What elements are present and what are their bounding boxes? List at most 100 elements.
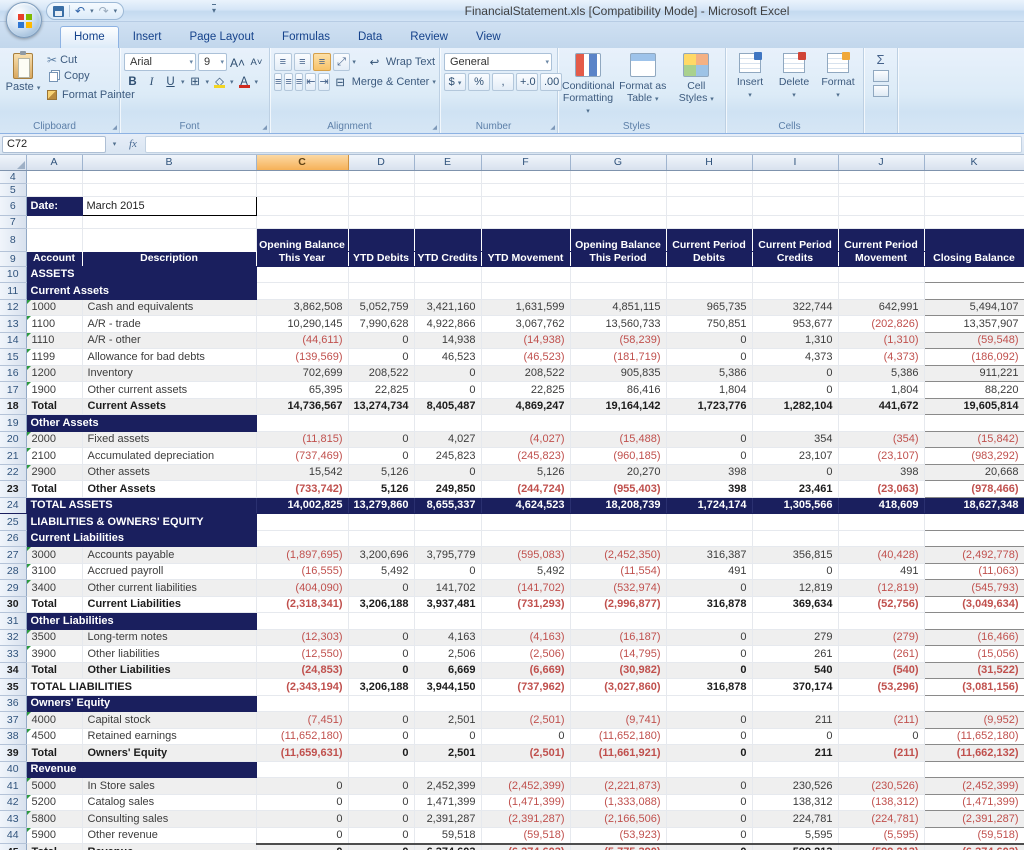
paste-button[interactable]: Paste ▾ [4,53,42,93]
row-header-27[interactable]: 27 [0,547,26,564]
account-cell[interactable]: 1100 [26,316,82,333]
account-cell[interactable]: 3100 [26,563,82,580]
account-cell[interactable]: 5800 [26,811,82,828]
alignment-dialog-launcher-icon[interactable]: ◢ [432,124,437,131]
row-header-16[interactable]: 16 [0,365,26,382]
name-box-dropdown-icon[interactable]: ▾ [108,136,121,153]
row-header-13[interactable]: 13 [0,316,26,333]
description-cell[interactable]: Accounts payable [82,547,256,564]
row-header-42[interactable]: 42 [0,794,26,811]
row-header-10[interactable]: 10 [0,266,26,283]
row-header-20[interactable]: 20 [0,431,26,448]
save-icon[interactable] [53,6,64,17]
section-band[interactable]: Current Liabilities [26,530,256,547]
description-cell[interactable]: Other current liabilities [82,580,256,597]
description-cell[interactable]: Cash and equivalents [82,299,256,316]
row-header-25[interactable]: 25 [0,514,26,531]
account-cell[interactable]: Total [26,481,82,498]
row-header-44[interactable]: 44 [0,827,26,844]
row-header-40[interactable]: 40 [0,761,26,778]
account-cell[interactable]: 1900 [26,382,82,399]
clear-button[interactable] [873,85,889,97]
account-cell[interactable]: Total [26,745,82,762]
tab-data[interactable]: Data [344,26,396,48]
align-right-button[interactable]: ≡ [295,73,303,91]
row-header-17[interactable]: 17 [0,382,26,399]
grand-total-label[interactable]: TOTAL ASSETS [26,497,256,514]
account-cell[interactable]: 4000 [26,712,82,729]
description-cell[interactable]: A/R - trade [82,316,256,333]
clipboard-dialog-launcher-icon[interactable]: ◢ [112,124,117,131]
tab-home[interactable]: Home [60,26,119,48]
undo-icon[interactable]: ↶ [75,6,85,16]
account-cell[interactable]: 5000 [26,778,82,795]
middle-align-button[interactable]: ≡ [294,53,312,71]
account-cell[interactable]: 5200 [26,794,82,811]
bottom-align-button[interactable]: ≡ [313,53,331,71]
account-cell[interactable]: 4500 [26,728,82,745]
row-header-23[interactable]: 23 [0,481,26,498]
shrink-font-button[interactable]: A˅ [248,54,265,71]
row-header-14[interactable]: 14 [0,332,26,349]
office-button[interactable] [6,2,42,38]
description-cell[interactable]: Long-term notes [82,629,256,646]
row-header-19[interactable]: 19 [0,415,26,432]
wrap-text-button[interactable]: ↩Wrap Text [366,54,435,71]
row-header-22[interactable]: 22 [0,464,26,481]
tab-view[interactable]: View [462,26,515,48]
font-size-combo[interactable]: 9▾ [198,53,227,71]
description-cell[interactable]: Other assets [82,464,256,481]
description-cell[interactable]: Fixed assets [82,431,256,448]
row-header-28[interactable]: 28 [0,563,26,580]
description-cell[interactable]: Other revenue [82,827,256,844]
customize-qat-icon[interactable]: ▾ [212,4,216,16]
account-cell[interactable]: Total [26,662,82,679]
row-header-4[interactable]: 4 [0,170,26,183]
underline-button[interactable]: U [162,73,179,90]
account-cell[interactable]: 1199 [26,349,82,366]
orientation-button[interactable]: ⤢ [333,53,351,71]
delete-cells-button[interactable]: Delete▾ [774,53,814,118]
account-cell[interactable]: 3500 [26,629,82,646]
cell-styles-button[interactable]: Cell Styles ▾ [672,53,722,118]
account-cell[interactable]: Total [26,596,82,613]
tab-page-layout[interactable]: Page Layout [175,26,268,48]
tab-formulas[interactable]: Formulas [268,26,344,48]
description-cell[interactable]: Current Assets [82,398,256,415]
row-header-12[interactable]: 12 [0,299,26,316]
row-header-5[interactable]: 5 [0,183,26,196]
insert-cells-button[interactable]: Insert▾ [730,53,770,118]
top-align-button[interactable]: ≡ [274,53,292,71]
big-total-label[interactable]: TOTAL LIABILITIES [26,679,256,696]
row-header-31[interactable]: 31 [0,613,26,630]
account-cell[interactable]: 3400 [26,580,82,597]
row-header-35[interactable]: 35 [0,679,26,696]
description-cell[interactable]: Accrued payroll [82,563,256,580]
row-header-7[interactable]: 7 [0,215,26,228]
date-value-cell[interactable]: March 2015 [82,196,256,215]
borders-button[interactable]: ⊞ [187,73,204,90]
row-header-24[interactable]: 24 [0,497,26,514]
description-cell[interactable]: Retained earnings [82,728,256,745]
row-header-18[interactable]: 18 [0,398,26,415]
column-header-D[interactable]: D [348,155,414,170]
undo-dropdown-icon[interactable]: ▾ [90,7,94,15]
format-cells-button[interactable]: Format▾ [818,53,858,118]
number-format-combo[interactable]: General▾ [444,53,552,71]
column-header-E[interactable]: E [414,155,481,170]
row-header-8[interactable]: 8 [0,228,26,251]
column-header-I[interactable]: I [752,155,838,170]
account-cell[interactable]: 5900 [26,827,82,844]
section-band[interactable]: Current Assets [26,283,256,300]
account-cell[interactable]: 1200 [26,365,82,382]
description-cell[interactable]: In Store sales [82,778,256,795]
section-band[interactable]: Revenue [26,761,256,778]
description-cell[interactable]: Revenue [82,844,256,850]
row-header-38[interactable]: 38 [0,728,26,745]
cut-button[interactable]: ✂Cut [44,52,80,68]
column-header-F[interactable]: F [481,155,570,170]
account-cell[interactable]: 2000 [26,431,82,448]
font-dialog-launcher-icon[interactable]: ◢ [262,124,267,131]
column-header-G[interactable]: G [570,155,666,170]
column-header-J[interactable]: J [838,155,924,170]
